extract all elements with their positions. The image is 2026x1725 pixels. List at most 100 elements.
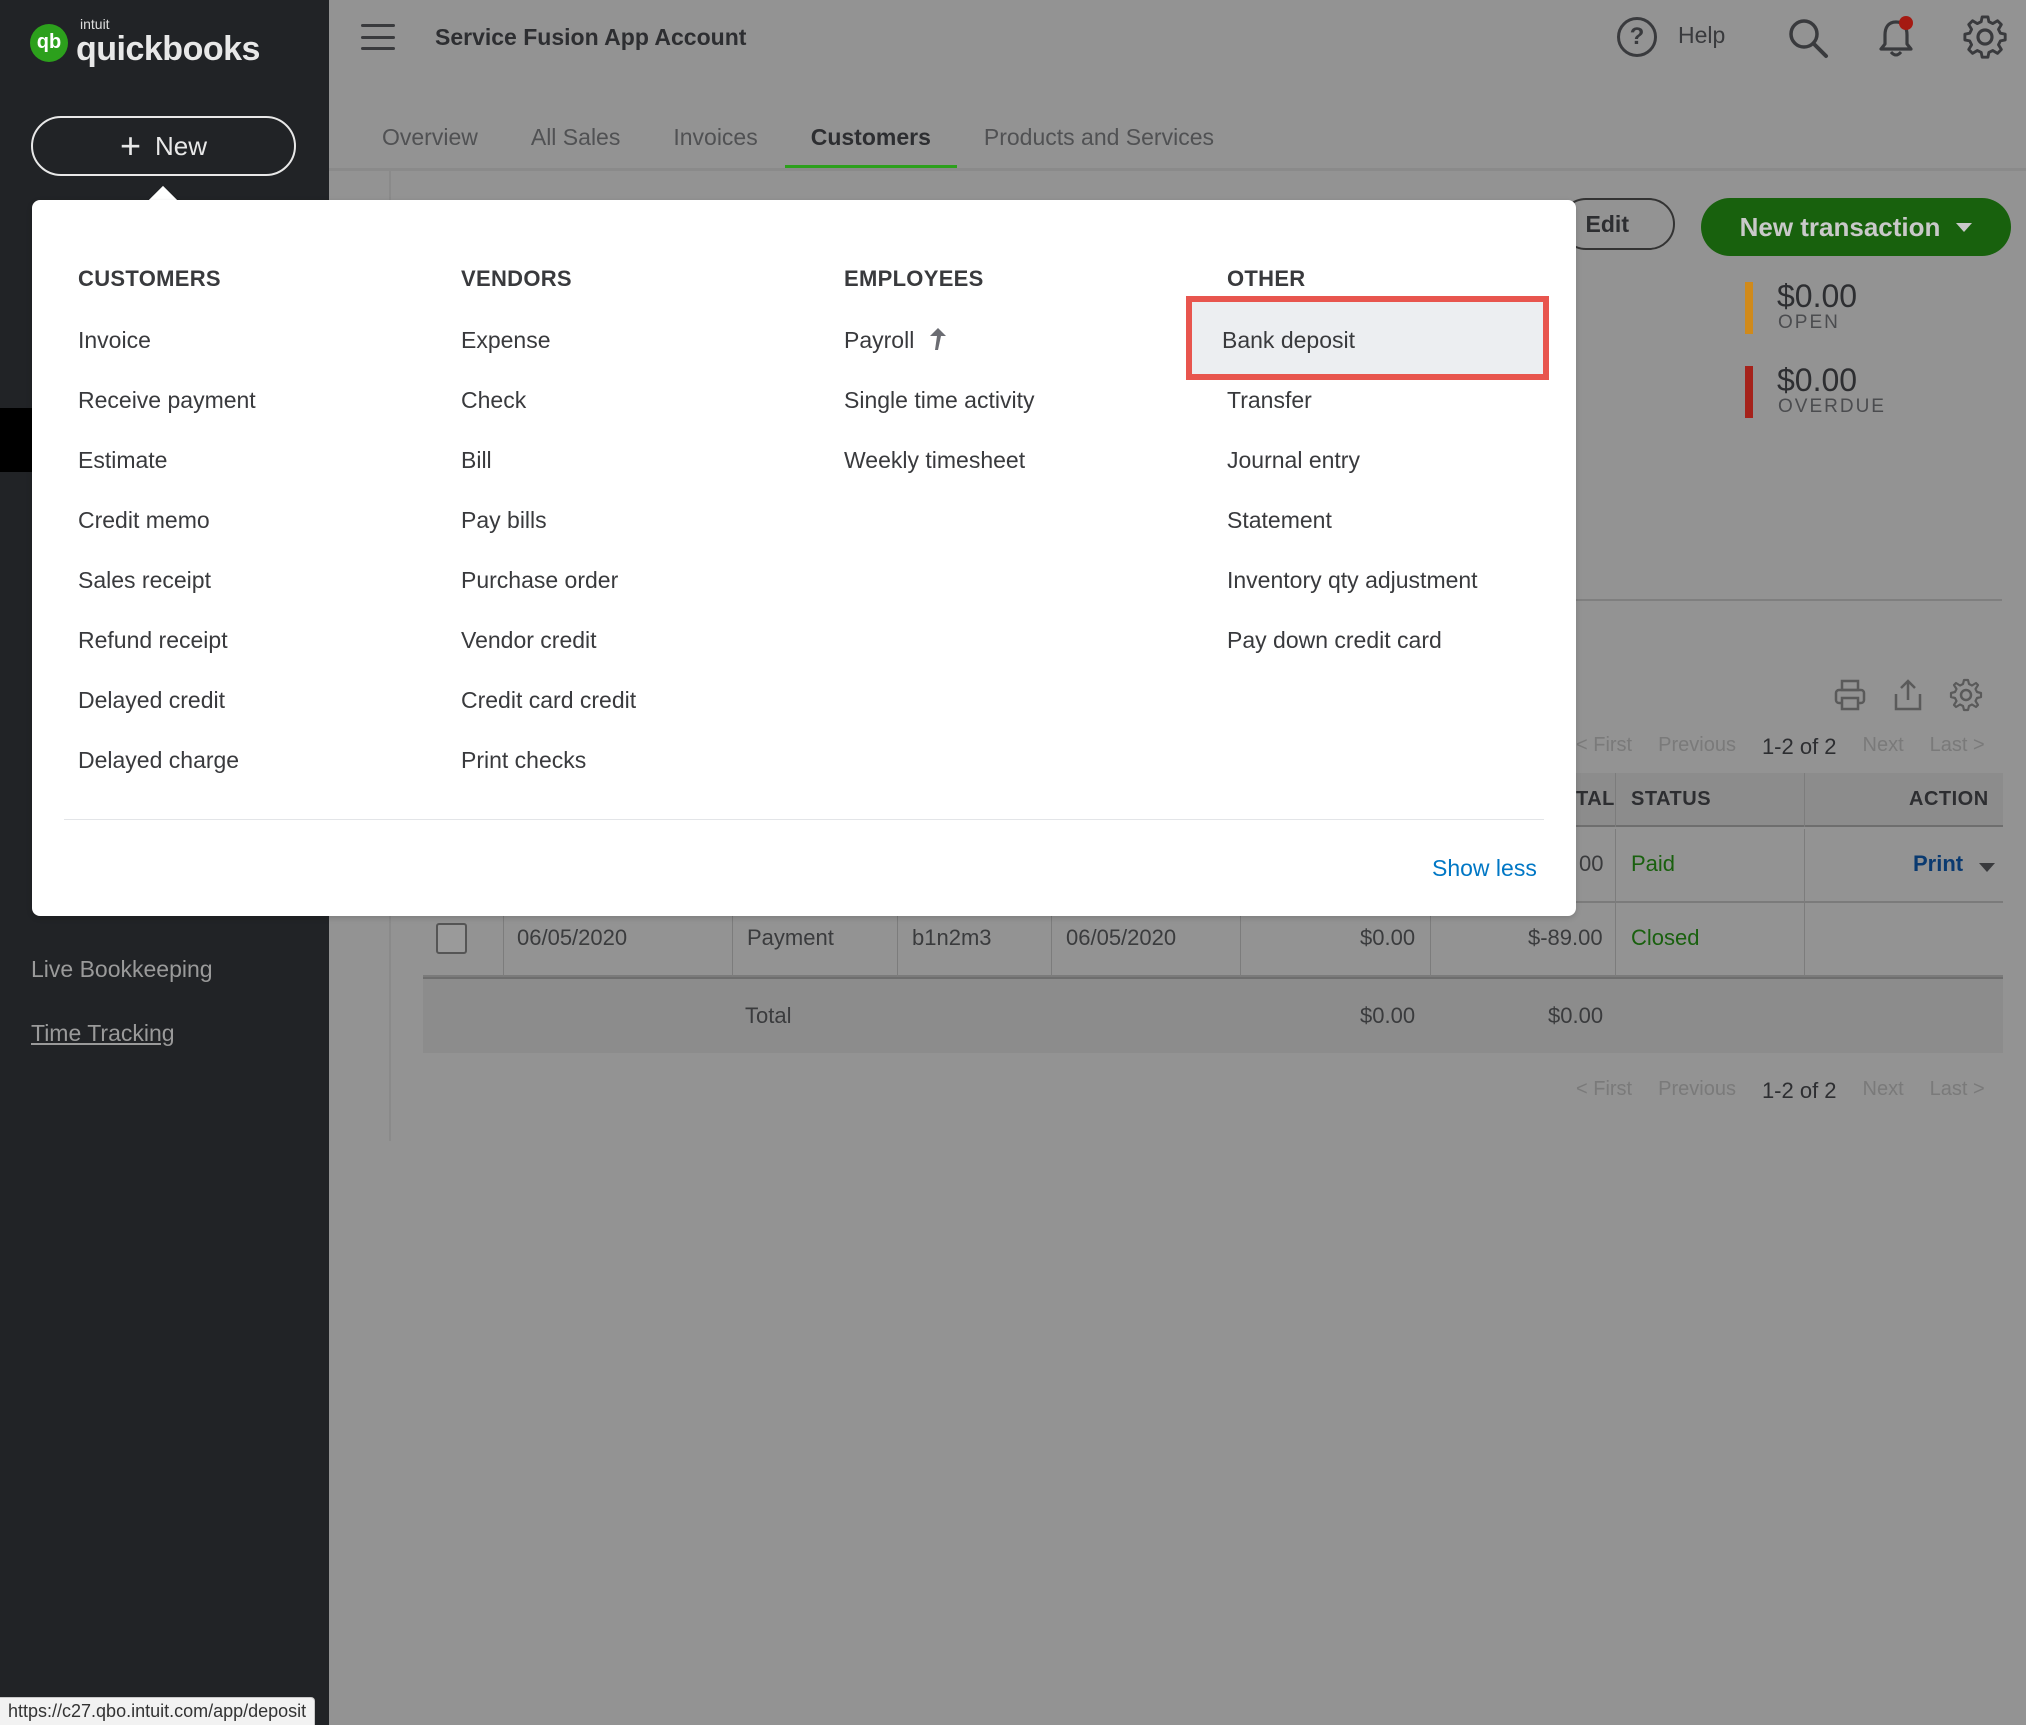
new-transaction-button[interactable]: New transaction — [1701, 198, 2011, 256]
row2-status: Closed — [1631, 925, 1700, 950]
menu-item-print-checks[interactable]: Print checks — [461, 746, 636, 806]
column-separator — [1804, 903, 1805, 977]
menu-item-credit-card-credit[interactable]: Credit card credit — [461, 686, 636, 746]
menu-item-pay-down-credit-card[interactable]: Pay down credit card — [1227, 626, 1478, 686]
menu-item-pay-bills[interactable]: Pay bills — [461, 506, 636, 566]
chevron-down-icon — [1956, 222, 1973, 232]
table-total-row: Total $0.00 $0.00 — [423, 977, 2003, 1053]
open-color-bar — [1745, 282, 1753, 334]
menu-item-purchase-order[interactable]: Purchase order — [461, 566, 636, 626]
help-label[interactable]: Help — [1678, 22, 1725, 49]
help-icon[interactable]: ? — [1617, 17, 1657, 57]
row2-total: $-89.00 — [1528, 925, 1603, 950]
pager-last[interactable]: Last > — [1930, 1078, 1985, 1104]
pager-last[interactable]: Last > — [1930, 734, 1985, 760]
row1-print-link[interactable]: Print — [1913, 851, 1963, 877]
menu-item-expense[interactable]: Expense — [461, 326, 636, 386]
pager-next[interactable]: Next — [1863, 734, 1904, 760]
notification-bell-icon[interactable] — [1874, 14, 1918, 60]
vendors-column: VENDORS Expense Check Bill Pay bills Pur… — [461, 266, 636, 806]
menu-item-journal-entry[interactable]: Journal entry — [1227, 446, 1478, 506]
menu-item-vendor-credit[interactable]: Vendor credit — [461, 626, 636, 686]
quickbooks-wordmark: quickbooks — [76, 30, 260, 68]
menu-item-delayed-charge[interactable]: Delayed charge — [78, 746, 256, 806]
menu-item-delayed-credit[interactable]: Delayed credit — [78, 686, 256, 746]
customers-column: CUSTOMERS Invoice Receive payment Estima… — [78, 266, 256, 806]
new-button[interactable]: + New — [31, 116, 296, 176]
menu-item-weekly-timesheet[interactable]: Weekly timesheet — [844, 446, 1034, 506]
vendors-heading: VENDORS — [461, 266, 572, 291]
menu-item-estimate[interactable]: Estimate — [78, 446, 256, 506]
customers-heading: CUSTOMERS — [78, 266, 221, 291]
menu-item-inventory-qty-adjustment[interactable]: Inventory qty adjustment — [1227, 566, 1478, 626]
intuit-wordmark: intuit — [80, 16, 110, 32]
dropdown-divider — [64, 819, 1544, 820]
column-separator — [1615, 829, 1616, 903]
chevron-down-icon[interactable] — [1979, 863, 1995, 872]
row2-date: 06/05/2020 — [517, 925, 628, 950]
quickbooks-logo[interactable]: qb intuit quickbooks — [30, 16, 260, 69]
pagination-top: < First Previous 1-2 of 2 Next Last > — [1576, 734, 1985, 760]
menu-item-statement[interactable]: Statement — [1227, 506, 1478, 566]
tab-all-sales[interactable]: All Sales — [531, 124, 620, 170]
row-checkbox[interactable] — [436, 923, 467, 954]
upgrade-arrow-icon — [930, 328, 947, 350]
sidebar-active-indicator — [0, 408, 32, 472]
column-separator — [1804, 829, 1805, 903]
table-settings-gear-icon[interactable] — [1949, 678, 1983, 712]
pager-first[interactable]: < First — [1576, 1078, 1632, 1104]
tab-overview[interactable]: Overview — [382, 124, 478, 170]
menu-item-single-time-activity[interactable]: Single time activity — [844, 386, 1034, 446]
row1-total: 00 — [1579, 851, 1604, 876]
total-label: Total — [745, 1003, 792, 1028]
sidebar-item-live-bookkeeping[interactable]: Live Bookkeeping — [31, 956, 213, 983]
section-divider — [1576, 599, 2002, 601]
company-name: Service Fusion App Account — [435, 24, 747, 50]
menu-item-receive-payment[interactable]: Receive payment — [78, 386, 256, 446]
new-menu-dropdown: CUSTOMERS Invoice Receive payment Estima… — [32, 200, 1576, 916]
plus-icon: + — [119, 125, 141, 166]
overdue-label: OVERDUE — [1778, 396, 1886, 417]
row2-type: Payment — [747, 925, 834, 950]
pager-next[interactable]: Next — [1863, 1078, 1904, 1104]
pager-first[interactable]: < First — [1576, 734, 1632, 760]
menu-item-refund-receipt[interactable]: Refund receipt — [78, 626, 256, 686]
settings-gear-icon[interactable] — [1962, 14, 2008, 60]
menu-item-payroll[interactable]: Payroll — [844, 326, 1034, 386]
tab-invoices[interactable]: Invoices — [673, 124, 757, 170]
hamburger-menu-icon[interactable] — [361, 24, 395, 50]
menu-item-bank-deposit[interactable]: Bank deposit — [1186, 296, 1549, 380]
bank-deposit-label: Bank deposit — [1222, 327, 1355, 353]
tab-customers[interactable]: Customers — [784, 124, 957, 170]
pager-previous[interactable]: Previous — [1658, 734, 1736, 760]
payroll-label: Payroll — [844, 327, 915, 353]
pager-previous[interactable]: Previous — [1658, 1078, 1736, 1104]
edit-button[interactable]: Edit — [1560, 198, 1675, 250]
print-icon[interactable] — [1833, 678, 1867, 712]
menu-item-invoice[interactable]: Invoice — [78, 326, 256, 386]
menu-item-check[interactable]: Check — [461, 386, 636, 446]
overdue-amount: $0.00 — [1777, 362, 1858, 398]
new-transaction-label: New transaction — [1739, 211, 1941, 242]
header-total[interactable]: TAL — [1576, 788, 1615, 811]
menu-item-credit-memo[interactable]: Credit memo — [78, 506, 256, 566]
total-total: $0.00 — [1548, 1003, 1604, 1028]
header-action: ACTION — [1909, 788, 1989, 810]
header-status[interactable]: STATUS — [1631, 788, 1711, 811]
search-icon[interactable] — [1786, 16, 1830, 60]
pagination-bottom: < First Previous 1-2 of 2 Next Last > — [1576, 1078, 1985, 1104]
status-url: https://c27.qbo.intuit.com/app/deposit — [0, 1697, 316, 1725]
employees-heading: EMPLOYEES — [844, 266, 984, 291]
menu-item-bill[interactable]: Bill — [461, 446, 636, 506]
sidebar-item-time-tracking[interactable]: Time Tracking — [31, 1020, 175, 1047]
show-less-link[interactable]: Show less — [1432, 855, 1537, 882]
menu-item-transfer[interactable]: Transfer — [1227, 386, 1478, 446]
open-amount: $0.00 — [1777, 278, 1858, 314]
export-icon[interactable] — [1891, 678, 1925, 712]
column-separator — [1615, 773, 1616, 827]
sales-tabs: Overview All Sales Invoices Customers Pr… — [382, 124, 1267, 170]
tab-products-and-services[interactable]: Products and Services — [984, 124, 1214, 170]
tabs-divider — [329, 168, 2026, 171]
menu-item-sales-receipt[interactable]: Sales receipt — [78, 566, 256, 626]
employees-column: EMPLOYEES Payroll Single time activity W… — [844, 266, 1034, 506]
